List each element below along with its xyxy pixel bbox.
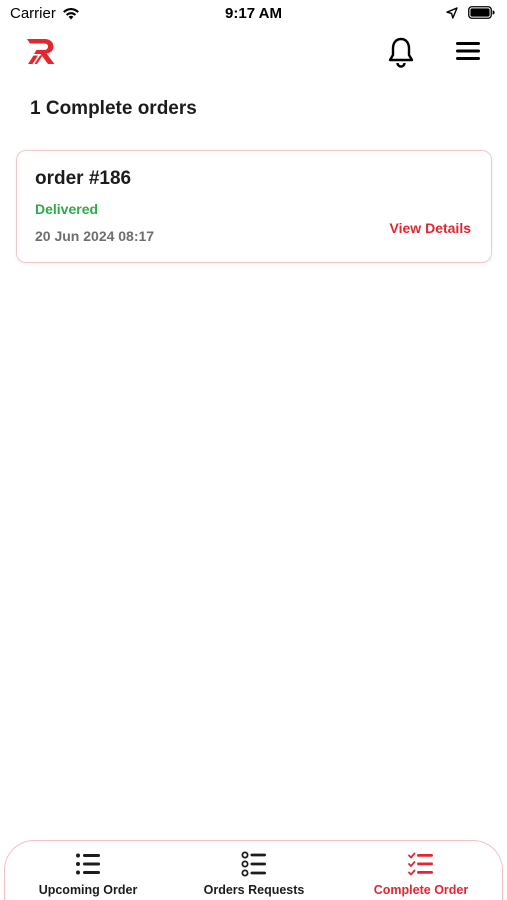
- status-indicators: [446, 6, 495, 19]
- tab-label: Orders Requests: [203, 883, 305, 897]
- brand-r-logo-icon: [27, 39, 55, 64]
- status-time: 9:17 AM: [225, 5, 282, 22]
- order-status-badge: Delivered: [35, 201, 99, 217]
- tab-label: Upcoming Order: [38, 883, 138, 897]
- status-bar: Carrier 9:17 AM: [0, 0, 507, 28]
- bell-icon: [388, 37, 414, 68]
- tab-complete-order[interactable]: Complete Order: [338, 841, 504, 900]
- bottom-tab-bar: Upcoming Order Orders Requests Complete …: [4, 840, 503, 900]
- app-header: [0, 32, 507, 76]
- order-number: order #186: [35, 168, 132, 189]
- page-title: 1 Complete orders: [30, 98, 197, 119]
- hamburger-menu-icon: [456, 42, 480, 60]
- order-card[interactable]: order #186 Delivered 20 Jun 2024 08:17 V…: [16, 150, 492, 263]
- notifications-button[interactable]: [386, 36, 416, 73]
- menu-button[interactable]: [455, 40, 481, 67]
- location-arrow-icon: [446, 6, 458, 19]
- battery-icon: [468, 6, 495, 19]
- checklist-icon: [408, 851, 434, 877]
- tab-upcoming-order[interactable]: Upcoming Order: [5, 841, 171, 900]
- view-details-link[interactable]: View Details: [390, 220, 471, 236]
- tab-orders-requests[interactable]: Orders Requests: [171, 841, 337, 900]
- list-icon: [75, 851, 101, 877]
- tab-label: Complete Order: [373, 883, 469, 897]
- order-date: 20 Jun 2024 08:17: [35, 228, 155, 244]
- list-bullets-icon: [241, 851, 267, 877]
- brand-logo[interactable]: [24, 36, 58, 71]
